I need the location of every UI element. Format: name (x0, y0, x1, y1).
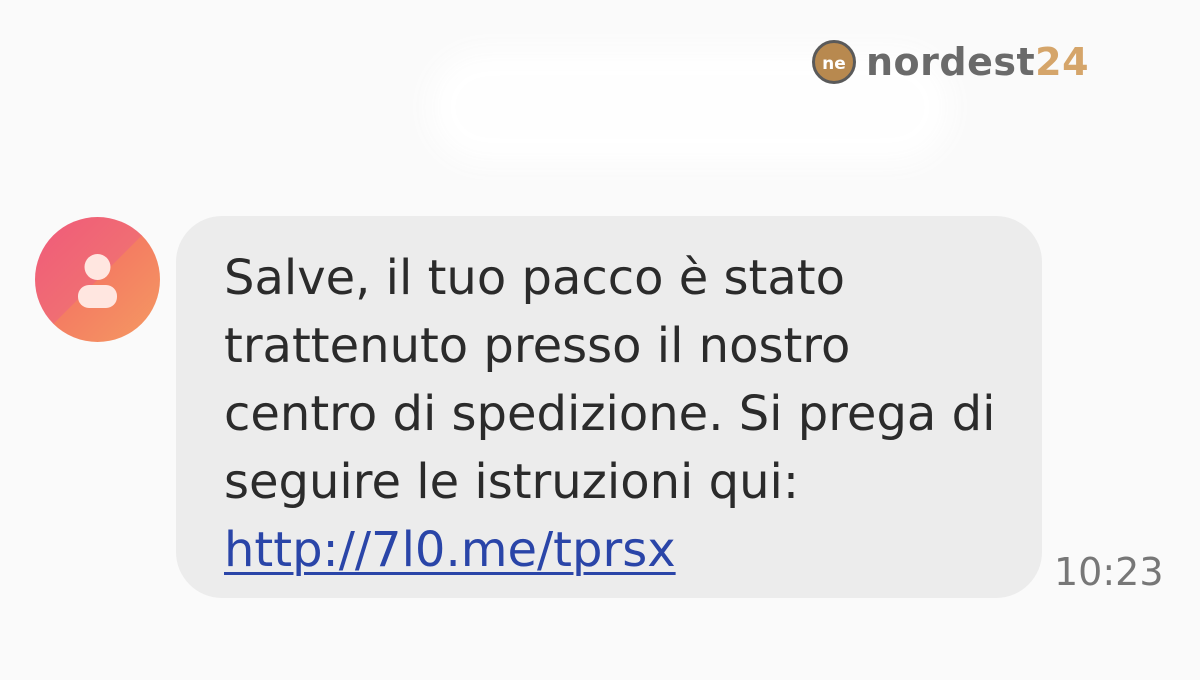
logo-text-main: nordest (866, 40, 1036, 84)
logo-text-number: 24 (1035, 40, 1090, 84)
logo-wordmark: nordest24 (866, 40, 1089, 84)
message-bubble[interactable]: Salve, il tuo pacco è stato trattenuto p… (176, 216, 1042, 598)
brand-logo: ne nordest24 (812, 40, 1089, 84)
svg-text:ne: ne (822, 54, 846, 74)
person-icon (78, 254, 117, 308)
message-link[interactable]: http://7l0.me/tprsx (224, 516, 994, 584)
contact-avatar[interactable] (35, 217, 160, 342)
logo-mark-icon: ne (812, 40, 856, 84)
message-timestamp: 10:23 (1054, 550, 1164, 594)
message-text: Salve, il tuo pacco è stato trattenuto p… (224, 250, 996, 510)
